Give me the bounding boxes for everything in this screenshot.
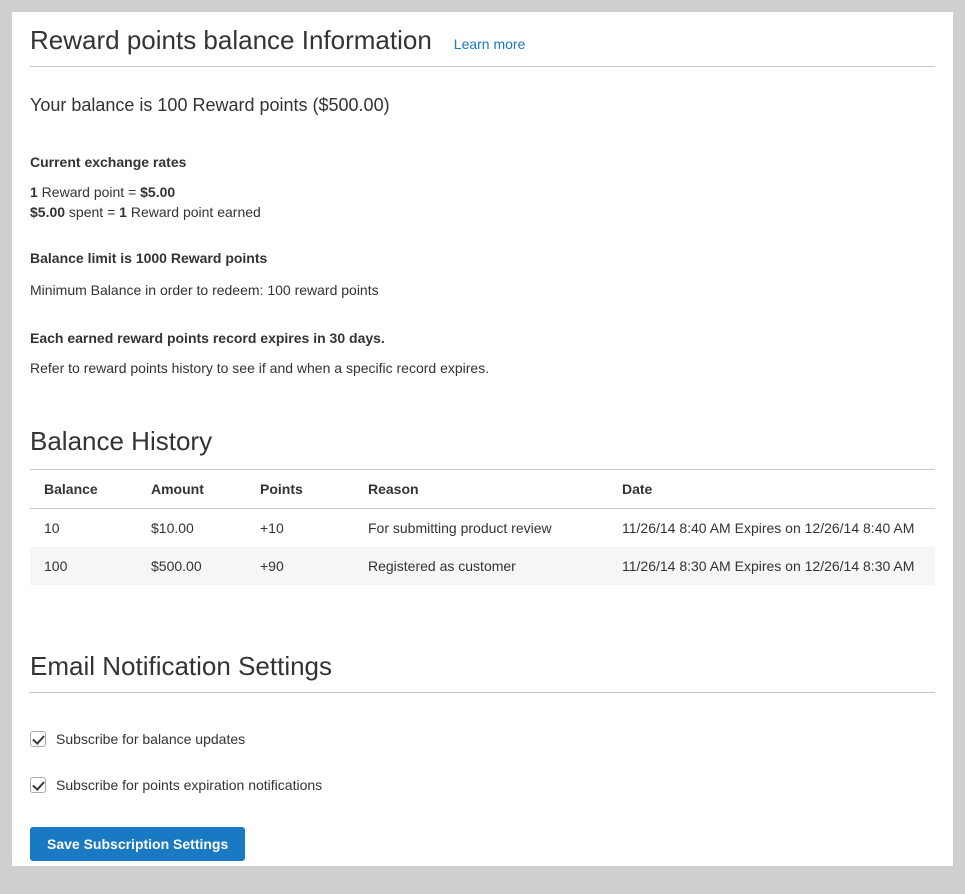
balance-summary: Your balance is 100 Reward points ($500.…	[30, 95, 935, 116]
column-header-amount: Amount	[137, 470, 246, 509]
expiry-note-text: Refer to reward points history to see if…	[30, 360, 935, 376]
balance-history-header: Balance History	[30, 426, 935, 457]
table-row: 100 $500.00 +90 Registered as customer 1…	[30, 547, 935, 585]
cell-amount: $500.00	[137, 547, 246, 585]
cell-points: +10	[246, 509, 354, 548]
table-row: 10 $10.00 +10 For submitting product rev…	[30, 509, 935, 548]
column-header-balance: Balance	[30, 470, 137, 509]
subscribe-expiration-label[interactable]: Subscribe for points expiration notifica…	[56, 777, 322, 793]
subscribe-expiration-row: Subscribe for points expiration notifica…	[30, 777, 935, 793]
exchange-rates-heading: Current exchange rates	[30, 154, 935, 170]
balance-history-title: Balance History	[30, 426, 935, 457]
cell-points: +90	[246, 547, 354, 585]
rate-point-to-money: 1 Reward point = $5.00	[30, 182, 935, 202]
subscribe-balance-updates-row: Subscribe for balance updates	[30, 731, 935, 747]
reward-points-panel: Reward points balance Information Learn …	[12, 12, 953, 866]
cell-amount: $10.00	[137, 509, 246, 548]
subscribe-balance-updates-label[interactable]: Subscribe for balance updates	[56, 731, 245, 747]
cell-balance: 100	[30, 547, 137, 585]
column-header-date: Date	[608, 470, 935, 509]
email-notification-title: Email Notification Settings	[30, 651, 935, 682]
subscribe-expiration-checkbox[interactable]	[30, 777, 46, 793]
subscribe-balance-updates-checkbox[interactable]	[30, 731, 46, 747]
column-header-reason: Reason	[354, 470, 608, 509]
cell-date: 11/26/14 8:40 AM Expires on 12/26/14 8:4…	[608, 509, 935, 548]
balance-history-table: Balance Amount Points Reason Date 10 $10…	[30, 469, 935, 585]
cell-reason: For submitting product review	[354, 509, 608, 548]
rate-money-to-point: $5.00 spent = 1 Reward point earned	[30, 202, 935, 222]
page-header: Reward points balance Information Learn …	[30, 25, 935, 67]
expiry-text: Each earned reward points record expires…	[30, 330, 935, 346]
table-header-row: Balance Amount Points Reason Date	[30, 470, 935, 509]
page-title: Reward points balance Information	[30, 25, 432, 56]
cell-balance: 10	[30, 509, 137, 548]
cell-date: 11/26/14 8:30 AM Expires on 12/26/14 8:3…	[608, 547, 935, 585]
min-redeem-text: Minimum Balance in order to redeem: 100 …	[30, 282, 935, 298]
exchange-rates: 1 Reward point = $5.00 $5.00 spent = 1 R…	[30, 182, 935, 222]
save-subscription-settings-button[interactable]: Save Subscription Settings	[30, 827, 245, 861]
balance-limit-text: Balance limit is 1000 Reward points	[30, 250, 935, 266]
column-header-points: Points	[246, 470, 354, 509]
email-notification-header: Email Notification Settings	[30, 651, 935, 693]
cell-reason: Registered as customer	[354, 547, 608, 585]
learn-more-link[interactable]: Learn more	[454, 36, 526, 52]
